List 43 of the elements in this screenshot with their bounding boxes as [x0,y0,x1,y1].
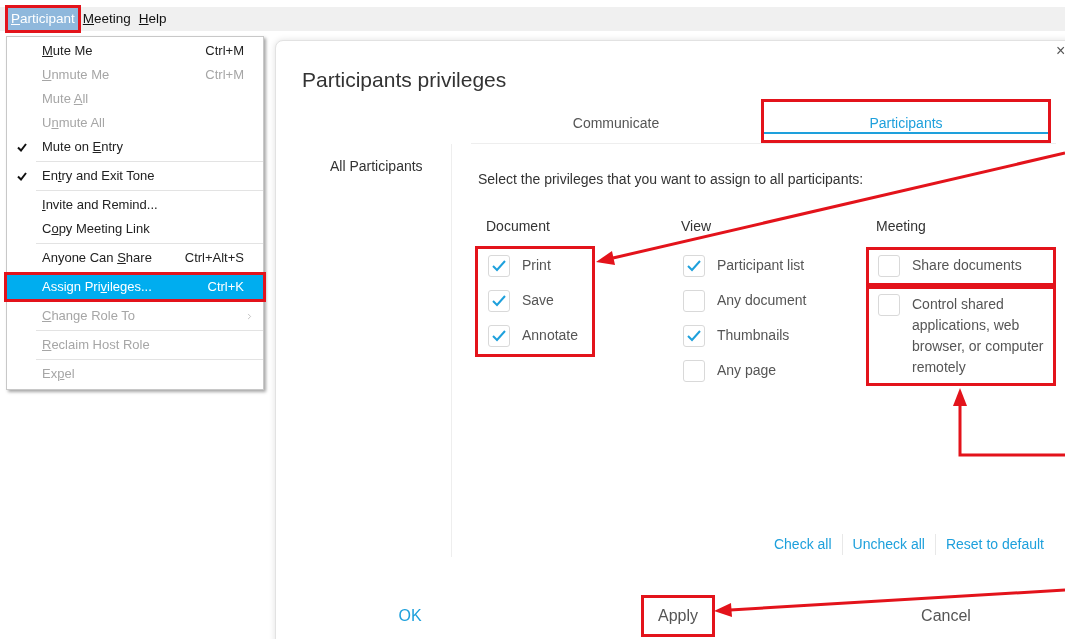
tab[interactable]: Communicate [471,99,761,143]
dialog-title: Participants privileges [302,67,508,93]
menu-bar-item[interactable]: Meeting [79,8,134,30]
checkmark-icon [16,142,27,152]
menu-bar-item[interactable]: Help [135,8,170,30]
checkbox-label: Save [522,291,554,310]
checkbox[interactable] [683,360,705,382]
menu-item[interactable]: Anyone Can Share Ctrl+Alt+S [7,246,263,270]
menu-item[interactable]: Invite and Remind... [7,193,263,217]
checkbox-label: Share documents [912,256,1022,275]
menu-item[interactable]: Entry and Exit Tone [7,164,263,188]
dialog-button[interactable]: Apply [641,595,715,637]
checkbox-label: Print [522,256,551,275]
checkbox[interactable] [683,325,705,347]
checkbox-label: Any page [717,361,777,380]
checkbox-label: Any document [717,291,807,310]
checkmark-icon [16,171,27,181]
checkbox[interactable] [683,290,705,312]
checkbox[interactable] [488,290,510,312]
column-heading: Document [485,217,551,236]
checkbox-label: Thumbnails [717,326,790,345]
checkbox[interactable] [683,255,705,277]
dialog-button[interactable]: Cancel [907,595,985,637]
checkbox[interactable] [878,255,900,277]
checkmark-icon [687,260,701,272]
checkbox[interactable] [488,325,510,347]
checkmark-icon [492,295,506,307]
checkbox-label: Annotate [522,326,579,345]
checkbox[interactable] [878,294,900,316]
checkbox-label: Participant list [717,256,805,275]
checkbox[interactable] [488,255,510,277]
menu-item[interactable]: Mute on Entry [7,135,263,159]
sidebar-item[interactable]: All Participants [330,156,451,177]
menu-item[interactable]: Mute Me Ctrl+M [7,39,263,63]
column-heading: Meeting [875,217,927,236]
menu-item[interactable]: Copy Meeting Link [7,217,263,241]
column-heading: View [680,217,713,236]
checkmark-icon [492,260,506,272]
checkmark-icon [687,330,701,342]
instruction-text: Select the privileges that you want to assign to all participants: [478,170,865,189]
checkbox-label: Control shared applications, web browser, or computer remotely [912,295,1045,377]
close-button[interactable]: × [1056,41,1065,61]
checkmark-icon [492,330,506,342]
